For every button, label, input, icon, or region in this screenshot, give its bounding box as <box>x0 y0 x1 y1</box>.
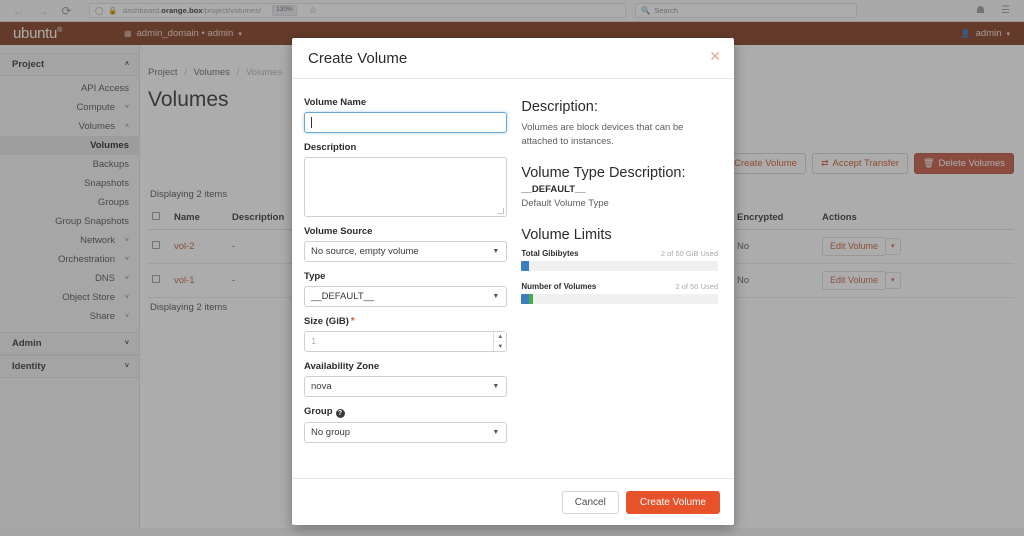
field-label: Description <box>304 142 507 153</box>
field-type: Type __DEFAULT__ ▼ <box>304 271 507 307</box>
chevron-down-icon: ▼ <box>492 429 499 436</box>
field-group: Group? No group ▼ <box>304 406 507 443</box>
group-select[interactable]: No group ▼ <box>304 422 507 443</box>
limit-header: Number of Volumes 2 of 50 Used <box>521 282 718 291</box>
info-description-heading: Description: <box>521 99 718 115</box>
field-label: Group? <box>304 406 507 418</box>
field-label: Volume Name <box>304 97 507 108</box>
info-type-note: Default Volume Type <box>521 198 718 209</box>
modal-footer: Cancel Create Volume <box>292 478 734 525</box>
select-value: nova <box>311 381 332 392</box>
select-value: No source, empty volume <box>311 246 419 257</box>
volume-source-select[interactable]: No source, empty volume ▼ <box>304 241 507 262</box>
type-select[interactable]: __DEFAULT__ ▼ <box>304 286 507 307</box>
availability-zone-select[interactable]: nova ▼ <box>304 376 507 397</box>
field-description: Description <box>304 142 507 217</box>
chevron-down-icon: ▼ <box>492 293 499 300</box>
volume-limits-heading: Volume Limits <box>521 227 718 243</box>
size-spinner-wrapper: 1 ▲ ▼ <box>304 331 507 352</box>
limit-header: Total Gibibytes 2 of 50 GiB Used <box>521 249 718 258</box>
volume-name-input[interactable] <box>304 112 507 133</box>
cancel-button[interactable]: Cancel <box>562 491 619 514</box>
limit-label: Total Gibibytes <box>521 249 578 258</box>
quantity-stepper: ▲ ▼ <box>493 332 506 351</box>
limit-progress-fill-secondary <box>529 294 533 304</box>
help-icon[interactable]: ? <box>336 409 345 418</box>
field-volume-source: Volume Source No source, empty volume ▼ <box>304 226 507 262</box>
field-label: Availability Zone <box>304 361 507 372</box>
select-value: No group <box>311 427 350 438</box>
modal-info-column: Description: Volumes are block devices t… <box>521 97 718 478</box>
field-size: Size (GiB)* 1 ▲ ▼ <box>304 316 507 352</box>
info-type-heading: Volume Type Description: <box>521 165 718 181</box>
limit-usage-text: 2 of 50 GiB Used <box>661 249 718 258</box>
limit-progress-fill <box>521 294 529 304</box>
info-type-name: __DEFAULT__ <box>521 184 718 195</box>
field-volume-name: Volume Name <box>304 97 507 133</box>
size-input[interactable]: 1 <box>304 331 507 352</box>
required-asterisk: * <box>351 316 355 327</box>
field-label: Volume Source <box>304 226 507 237</box>
chevron-down-icon: ▼ <box>492 383 499 390</box>
create-volume-submit-button[interactable]: Create Volume <box>626 491 720 514</box>
info-description-text: Volumes are block devices that can be at… <box>521 121 718 149</box>
close-icon[interactable]: ✕ <box>709 49 721 63</box>
stepper-down-icon[interactable]: ▼ <box>494 342 506 351</box>
modal-body: Volume Name Description Volume Source No… <box>292 79 734 478</box>
field-label: Size (GiB)* <box>304 316 507 327</box>
size-value: 1 <box>311 336 316 347</box>
limit-number-of-volumes: Number of Volumes 2 of 50 Used <box>521 282 718 304</box>
field-label: Type <box>304 271 507 282</box>
limit-progress-track <box>521 261 718 271</box>
limit-progress-fill <box>521 261 529 271</box>
limit-progress-track <box>521 294 718 304</box>
chevron-down-icon: ▼ <box>492 248 499 255</box>
modal-header: Create Volume ✕ <box>292 38 734 79</box>
description-textarea[interactable] <box>304 157 507 217</box>
select-value: __DEFAULT__ <box>311 291 374 302</box>
modal-title: Create Volume <box>308 50 407 67</box>
field-availability-zone: Availability Zone nova ▼ <box>304 361 507 397</box>
limit-total-gibibytes: Total Gibibytes 2 of 50 GiB Used <box>521 249 718 271</box>
limit-label: Number of Volumes <box>521 282 596 291</box>
modal-form-column: Volume Name Description Volume Source No… <box>304 97 507 478</box>
create-volume-modal: Create Volume ✕ Volume Name Description … <box>292 38 734 525</box>
stepper-up-icon[interactable]: ▲ <box>494 332 506 342</box>
text-cursor <box>311 117 312 128</box>
app-root: ← → ⟳ ◯ 🔒 dashboard.orange.box/project/v… <box>0 0 1024 536</box>
limit-usage-text: 2 of 50 Used <box>675 282 718 291</box>
